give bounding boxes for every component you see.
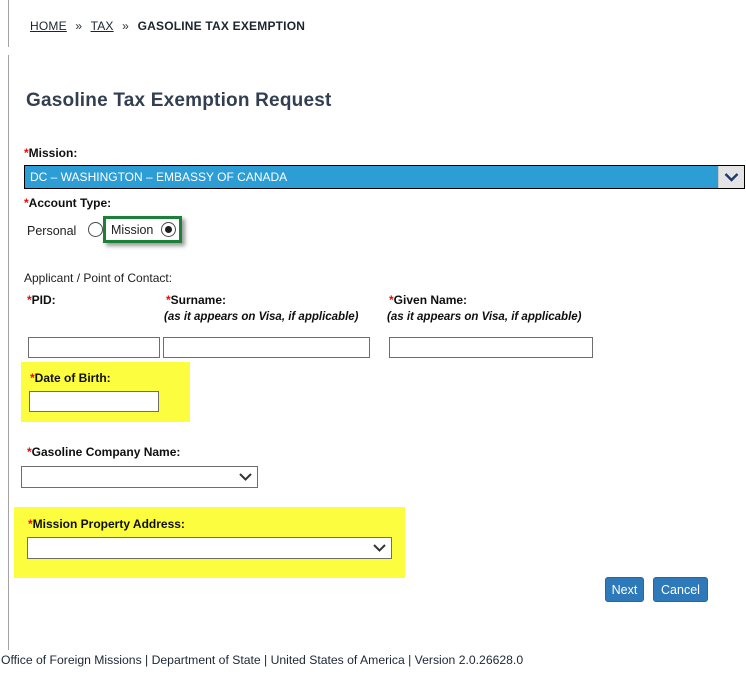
chevron-down-icon[interactable] bbox=[367, 544, 391, 552]
pid-input[interactable] bbox=[28, 337, 160, 358]
chevron-down-icon[interactable] bbox=[718, 166, 744, 188]
page-title: Gasoline Tax Exemption Request bbox=[26, 90, 332, 111]
chevron-down-icon[interactable] bbox=[233, 473, 257, 481]
left-border-top bbox=[8, 0, 9, 47]
given-name-visa-hint: (as it appears on Visa, if applicable) bbox=[387, 311, 582, 323]
personal-radio[interactable] bbox=[88, 222, 103, 237]
radio-label-mission: Mission bbox=[111, 222, 154, 237]
surname-label: *Surname: bbox=[166, 293, 227, 307]
breadcrumb: HOME » TAX » GASOLINE TAX EXEMPTION bbox=[30, 19, 305, 33]
given-name-label: *Given Name: bbox=[389, 293, 468, 307]
applicant-section-heading: Applicant / Point of Contact: bbox=[24, 271, 173, 285]
breadcrumb-separator: » bbox=[75, 19, 83, 33]
pid-label: *PID: bbox=[27, 293, 56, 307]
account-type-label: *Account Type: bbox=[24, 196, 112, 210]
date-of-birth-label: *Date of Birth: bbox=[30, 371, 111, 385]
mission-select-value: DC – WASHINGTON – EMBASSY OF CANADA bbox=[30, 170, 288, 184]
surname-input[interactable] bbox=[163, 337, 370, 358]
breadcrumb-tax-link[interactable]: TAX bbox=[91, 19, 114, 33]
cancel-button[interactable]: Cancel bbox=[653, 577, 708, 602]
gasoline-company-label: *Gasoline Company Name: bbox=[27, 445, 181, 459]
mission-property-address-select[interactable] bbox=[27, 537, 392, 559]
radio-label-personal: Personal bbox=[27, 224, 77, 238]
mission-label: *Mission: bbox=[24, 146, 78, 160]
breadcrumb-separator: » bbox=[122, 19, 130, 33]
date-of-birth-input[interactable] bbox=[29, 391, 159, 412]
mission-radio[interactable] bbox=[161, 222, 177, 237]
footer-text: Office of Foreign Missions | Department … bbox=[1, 653, 524, 667]
next-button[interactable]: Next bbox=[605, 577, 644, 602]
gasoline-company-select[interactable] bbox=[21, 466, 258, 488]
breadcrumb-current-page: GASOLINE TAX EXEMPTION bbox=[137, 19, 306, 33]
mission-property-address-label: *Mission Property Address: bbox=[28, 517, 185, 531]
radio-dot bbox=[165, 226, 173, 233]
breadcrumb-home-link[interactable]: HOME bbox=[30, 19, 67, 33]
surname-visa-hint: (as it appears on Visa, if applicable) bbox=[164, 311, 359, 323]
given-name-input[interactable] bbox=[389, 337, 593, 358]
mission-select[interactable]: DC – WASHINGTON – EMBASSY OF CANADA bbox=[24, 165, 745, 189]
account-type-mission-focus-box: Mission bbox=[103, 216, 182, 243]
left-border-main bbox=[8, 55, 9, 650]
